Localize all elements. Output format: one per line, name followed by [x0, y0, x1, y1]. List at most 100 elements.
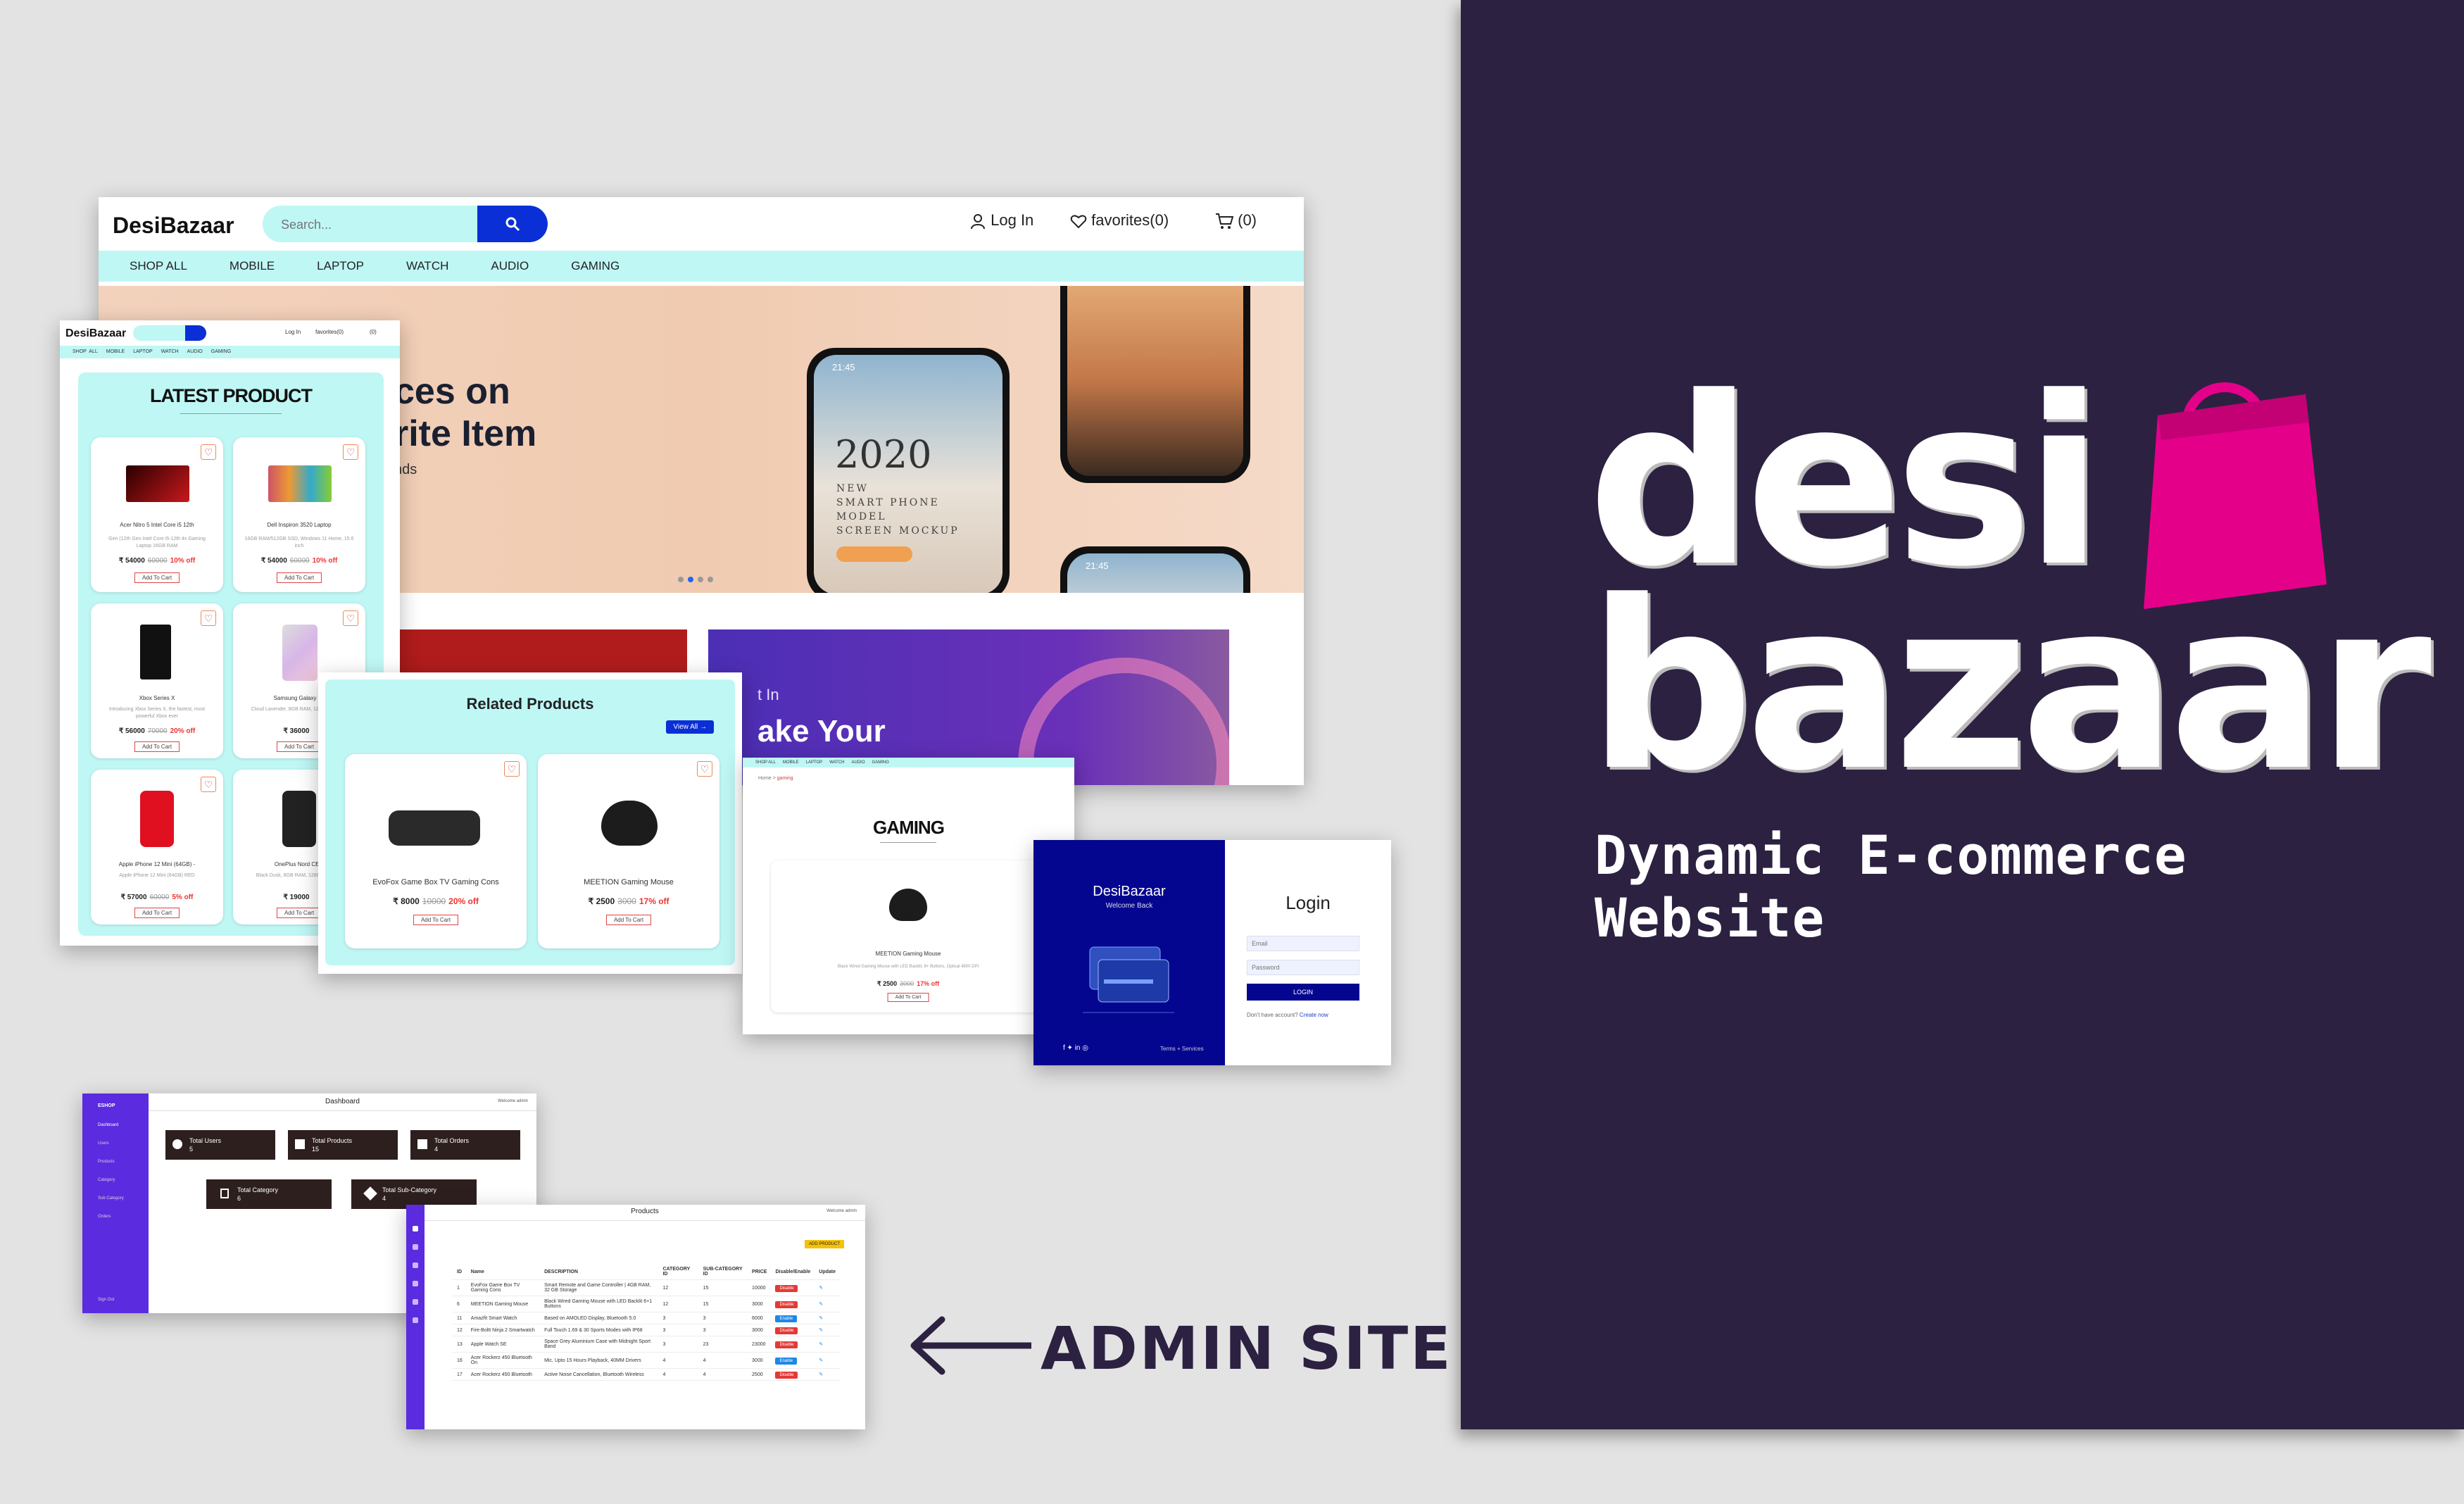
nav-small-shop-all[interactable]: SHOP ALL [73, 349, 98, 354]
cart-link-small[interactable]: (0) [370, 329, 377, 335]
phone-subtitle-2: SMART PHONE [836, 497, 940, 508]
create-account-link[interactable]: Create now [1300, 1012, 1328, 1018]
favorite-heart-icon[interactable]: ♡ [697, 761, 712, 777]
edit-icon[interactable]: ✎ [815, 1296, 840, 1312]
add-to-cart-button[interactable]: Add To Cart [413, 915, 459, 925]
nav-small-watch[interactable]: WATCH [161, 349, 179, 354]
site-logo[interactable]: DesiBazaar [113, 213, 234, 239]
favorites-link-small[interactable]: favorites(0) [315, 329, 344, 335]
nav-tiny-watch[interactable]: WATCH [829, 760, 844, 765]
nav-watch[interactable]: WATCH [406, 259, 448, 272]
edit-icon[interactable]: ✎ [815, 1352, 840, 1369]
nav-mobile[interactable]: MOBILE [230, 259, 275, 272]
add-product-button[interactable]: ADD PRODUCT [804, 1240, 844, 1248]
status-toggle-button[interactable]: Disable [775, 1371, 798, 1379]
favorites-link[interactable]: favorites(0) [1070, 211, 1169, 230]
password-field[interactable] [1247, 960, 1359, 975]
edit-icon[interactable]: ✎ [815, 1324, 840, 1336]
terms-link[interactable]: Terms + Services [1160, 1046, 1204, 1052]
product-card[interactable]: ♡ MEETION Gaming Mouse ₹ 2500 3000 17% off… [538, 754, 719, 948]
status-toggle-button[interactable]: Enable [775, 1357, 798, 1365]
favorite-heart-icon[interactable]: ♡ [201, 610, 216, 626]
edit-icon[interactable]: ✎ [815, 1312, 840, 1324]
edit-icon[interactable]: ✎ [815, 1279, 840, 1296]
nav-shop-all[interactable]: SHOP ALL [130, 259, 187, 272]
add-to-cart-button[interactable]: Add To Cart [134, 741, 180, 752]
status-toggle-button[interactable]: Enable [775, 1315, 798, 1322]
nav-small-audio[interactable]: AUDIO [187, 349, 203, 354]
nav-small-gaming[interactable]: GAMING [211, 349, 231, 354]
product-card[interactable]: ♡ EvoFox Game Box TV Gaming Cons ₹ 8000 1… [345, 754, 527, 948]
add-to-cart-button[interactable]: Add To Cart [134, 572, 180, 583]
stat-card-users[interactable]: Total Users 5 [165, 1130, 275, 1160]
email-field[interactable] [1247, 936, 1359, 951]
nav-laptop[interactable]: LAPTOP [317, 259, 364, 272]
add-to-cart-button[interactable]: Add To Cart [605, 915, 652, 925]
breadcrumb-home[interactable]: Home [758, 776, 772, 781]
nav-audio[interactable]: AUDIO [491, 259, 529, 272]
stat-card-orders[interactable]: Total Orders 4 [410, 1130, 520, 1160]
latest-product-title: LATEST PRODUCT [150, 385, 313, 406]
nav-tiny-gaming[interactable]: GAMING [872, 760, 889, 765]
nav-tiny-laptop[interactable]: LAPTOP [806, 760, 823, 765]
product-card[interactable]: MEETION Gaming Mouse Black Wired Gaming … [771, 860, 1045, 1013]
login-link-small[interactable]: Log In [285, 329, 301, 335]
add-to-cart-button[interactable]: Add To Cart [276, 572, 322, 583]
product-card[interactable]: ♡ Apple iPhone 12 Mini (64GB) - Apple iP… [91, 770, 223, 925]
nav-tiny-audio[interactable]: AUDIO [852, 760, 865, 765]
login-link[interactable]: Log In [969, 211, 1033, 230]
search-bar-small[interactable] [133, 325, 206, 341]
product-desc: Introducing Xbox Series X, the fastest, … [108, 707, 206, 719]
console-image [389, 810, 480, 846]
sidebar-item-orders[interactable]: Orders [98, 1215, 111, 1219]
product-card[interactable]: ♡ Acer Nitro 5 Intel Core i5 12th Gen (1… [91, 437, 223, 592]
status-toggle-button[interactable]: Disable [775, 1301, 798, 1308]
search-button[interactable] [477, 206, 548, 242]
add-to-cart-button[interactable]: Add To Cart [887, 993, 929, 1002]
favorite-heart-icon[interactable]: ♡ [343, 444, 358, 460]
favorite-heart-icon[interactable]: ♡ [201, 444, 216, 460]
sidebar-item-products[interactable]: Products [98, 1160, 115, 1164]
products-page-title: Products [631, 1208, 659, 1215]
sidebar-item-sub-category[interactable]: Sub Category [98, 1196, 124, 1201]
nav-small-laptop[interactable]: LAPTOP [133, 349, 153, 354]
stat-card-category[interactable]: Total Category 6 [206, 1179, 332, 1209]
product-card[interactable]: ♡ Dell Inspiron 3520 Laptop 16GB RAM/512… [233, 437, 365, 592]
favorite-heart-icon[interactable]: ♡ [201, 777, 216, 792]
sidebar-item-dashboard[interactable]: Dashboard [98, 1123, 118, 1127]
cell-status: Disable [771, 1296, 815, 1312]
nav-small-mobile[interactable]: MOBILE [106, 349, 125, 354]
status-toggle-button[interactable]: Disable [775, 1327, 798, 1334]
search-bar[interactable] [263, 206, 548, 242]
nav-gaming[interactable]: GAMING [571, 259, 620, 272]
search-input[interactable] [263, 206, 494, 242]
search-button-small[interactable] [185, 325, 206, 341]
arrow-left-icon [910, 1316, 1031, 1375]
sign-out-link[interactable]: Sign Out [98, 1298, 114, 1302]
site-logo-small[interactable]: DesiBazaar [65, 327, 126, 340]
cell-subcategory: 4 [698, 1368, 748, 1381]
laptop-image [268, 465, 332, 502]
add-to-cart-button[interactable]: Add To Cart [134, 908, 180, 918]
signup-prompt: Don't have account? Create now [1247, 1012, 1328, 1018]
add-to-cart-button[interactable]: Add To Cart [276, 741, 322, 752]
add-to-cart-button[interactable]: Add To Cart [276, 908, 322, 918]
favorite-heart-icon[interactable]: ♡ [504, 761, 520, 777]
product-card[interactable]: ♡ Xbox Series X Introducing Xbox Series … [91, 603, 223, 758]
nav-tiny-shop-all[interactable]: SHOP ALL [755, 760, 776, 765]
stat-label: Total Category [237, 1186, 279, 1193]
view-all-button[interactable]: View All → [666, 720, 714, 734]
edit-icon[interactable]: ✎ [815, 1336, 840, 1353]
status-toggle-button[interactable]: Disable [775, 1284, 798, 1292]
stat-card-products[interactable]: Total Products 15 [288, 1130, 398, 1160]
status-toggle-button[interactable]: Disable [775, 1341, 798, 1348]
nav-tiny-mobile[interactable]: MOBILE [783, 760, 799, 765]
login-button[interactable]: LOGIN [1247, 984, 1359, 1001]
cart-link[interactable]: (0) [1215, 211, 1257, 230]
favorite-heart-icon[interactable]: ♡ [343, 610, 358, 626]
sidebar-item-category[interactable]: Category [98, 1178, 115, 1182]
edit-icon[interactable]: ✎ [815, 1368, 840, 1381]
carousel-dots[interactable] [676, 573, 715, 586]
social-icons[interactable]: f ✦ in ◎ [1063, 1044, 1088, 1052]
sidebar-item-users[interactable]: Users [98, 1141, 109, 1146]
